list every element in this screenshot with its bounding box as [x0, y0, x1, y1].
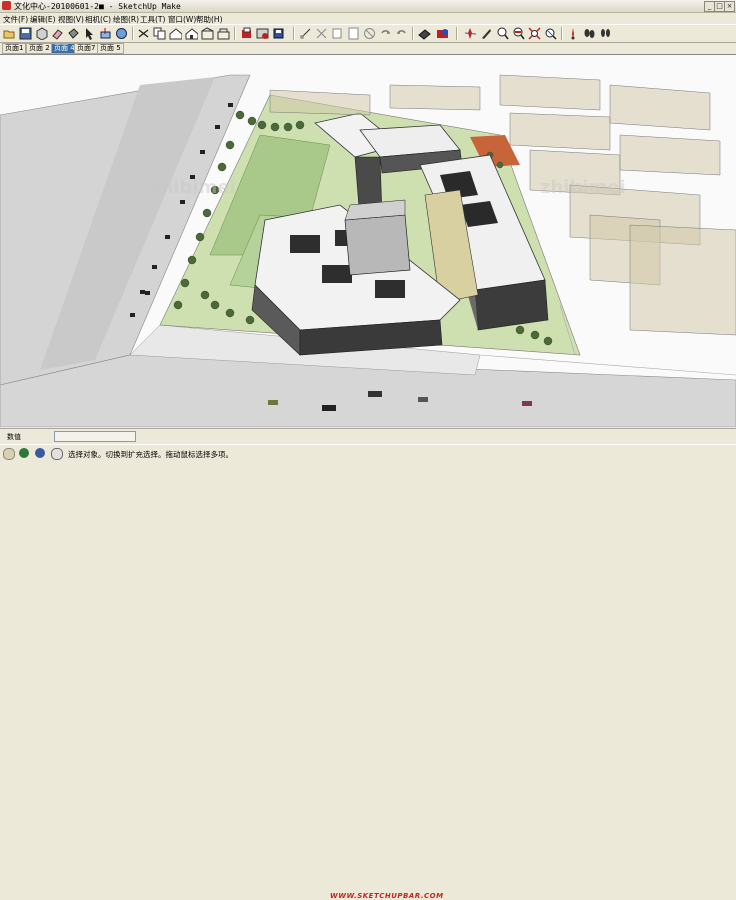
- cut-icon[interactable]: [137, 27, 150, 40]
- position-camera-icon[interactable]: [496, 27, 509, 40]
- scene-tab-1[interactable]: 页面1: [2, 43, 27, 54]
- account-icon[interactable]: [35, 448, 45, 458]
- previous-view-icon[interactable]: [480, 27, 493, 40]
- watermark-right: zhibimei: [540, 177, 626, 198]
- sketchup-logo-icon: [2, 1, 11, 10]
- walk-icon[interactable]: [583, 27, 596, 40]
- paste-icon[interactable]: [169, 27, 182, 40]
- iso-view-icon[interactable]: [272, 27, 285, 40]
- model-info-icon[interactable]: [256, 27, 269, 40]
- select-icon[interactable]: [83, 27, 96, 40]
- scene-tab-2[interactable]: 页面 2: [26, 43, 53, 54]
- scene-tab-5[interactable]: 页面 5: [97, 43, 124, 54]
- window-title: 文化中心-20100601-2■ - SketchUp Make: [14, 2, 181, 11]
- rotate-icon[interactable]: [115, 27, 128, 40]
- scene-tab-7[interactable]: 页面7: [74, 43, 99, 54]
- measurements-label: 数值: [7, 433, 21, 441]
- pan-icon[interactable]: [395, 27, 408, 40]
- watermark-left: zhibimei: [150, 177, 236, 198]
- right-view-icon[interactable]: [331, 27, 344, 40]
- top-view-icon[interactable]: [299, 27, 312, 40]
- close-button[interactable]: ×: [724, 1, 735, 12]
- status-bar: 选择对象。切换到扩充选择。拖动鼠标选择多项。 WWW.SKETCHUPBAR.C…: [0, 444, 736, 900]
- scene-tabs: 页面1 页面 2 页面 4 页面7 页面 5: [0, 42, 736, 54]
- zoom-window-icon[interactable]: [436, 27, 449, 40]
- credits-icon[interactable]: [19, 448, 29, 458]
- geo-location-icon[interactable]: [3, 448, 15, 460]
- zoom-in-icon[interactable]: [512, 27, 525, 40]
- title-bar: 文化中心-20100601-2■ - SketchUp Make _ □ ×: [0, 0, 736, 13]
- save-icon[interactable]: [19, 27, 32, 40]
- measurements-input[interactable]: [54, 431, 136, 442]
- front-view-icon[interactable]: [315, 27, 328, 40]
- zoom-window-icon-2[interactable]: [528, 27, 541, 40]
- undo-icon[interactable]: [201, 27, 214, 40]
- back-view-icon[interactable]: [347, 27, 360, 40]
- orbit-icon[interactable]: [379, 27, 392, 40]
- eraser-icon[interactable]: [51, 27, 64, 40]
- look-around-icon[interactable]: [544, 27, 557, 40]
- status-hint: 选择对象。切换到扩充选择。拖动鼠标选择多项。: [68, 450, 233, 459]
- menu-bar: 文件(F) 编辑(E) 视图(V) 相机(C) 绘图(R) 工具(T) 窗口(W…: [0, 13, 736, 24]
- push-pull-icon[interactable]: [99, 27, 112, 40]
- erase-icon[interactable]: [185, 27, 198, 40]
- make-component-icon[interactable]: [35, 27, 48, 40]
- print-icon[interactable]: [240, 27, 253, 40]
- copy-icon[interactable]: [153, 27, 166, 40]
- scene-drawing: [0, 55, 736, 427]
- help-icon[interactable]: [51, 448, 63, 460]
- toolbar: [0, 24, 736, 43]
- position-camera-icon-2[interactable]: [567, 27, 580, 40]
- redo-icon[interactable]: [217, 27, 230, 40]
- footprints-icon[interactable]: [599, 27, 612, 40]
- open-icon[interactable]: [3, 27, 16, 40]
- zoom-extents-icon[interactable]: [464, 27, 477, 40]
- left-view-icon[interactable]: [363, 27, 376, 40]
- model-viewport[interactable]: zhibimei zhibimei: [0, 54, 736, 427]
- zoom-icon[interactable]: [418, 27, 431, 40]
- site-watermark: WWW.SKETCHUPBAR.COM: [330, 892, 444, 900]
- measurements-bar: 数值: [0, 428, 736, 443]
- paint-bucket-icon[interactable]: [67, 27, 80, 40]
